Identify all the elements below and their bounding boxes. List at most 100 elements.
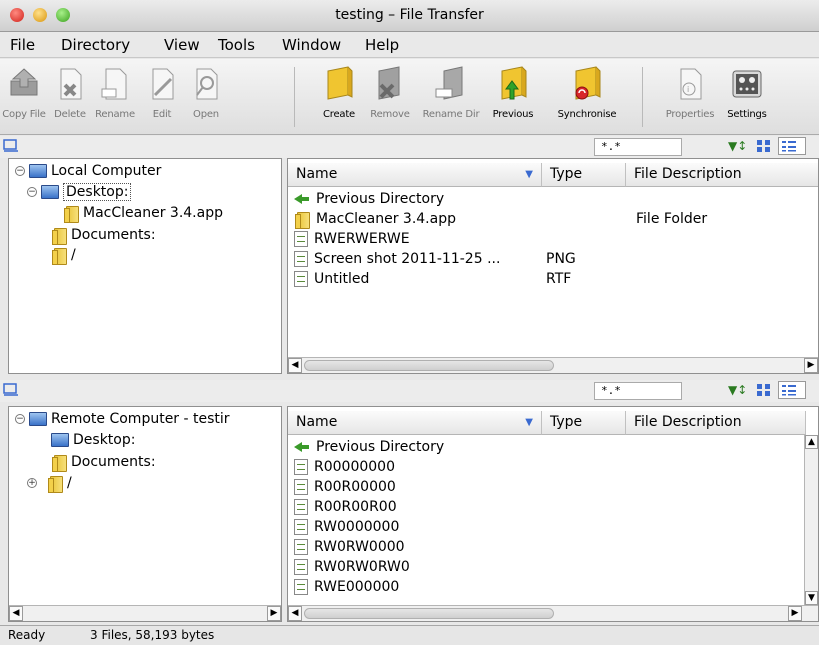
sort-icon[interactable]: ▼↕ — [728, 383, 747, 397]
menu-window[interactable]: Window — [282, 36, 341, 54]
collapse-icon[interactable]: − — [15, 166, 25, 176]
tree-item-desktop[interactable]: − Desktop: — [27, 183, 132, 201]
scroll-left-arrow-icon[interactable]: ◀ — [9, 606, 23, 621]
list-item[interactable]: Previous Directory — [294, 437, 444, 457]
detail-view-icon[interactable] — [778, 137, 806, 155]
list-item[interactable]: R00000000 — [294, 457, 395, 477]
rename-dir-icon — [435, 66, 463, 100]
scroll-right-arrow-icon[interactable]: ▶ — [804, 358, 818, 373]
detail-view-icon[interactable] — [778, 381, 806, 399]
local-tree-pane[interactable]: − Local Computer − Desktop: MacCleaner 3… — [8, 158, 282, 374]
file-icon — [294, 251, 308, 267]
list-item[interactable]: RWE000000 — [294, 577, 399, 597]
remote-vertical-scrollbar[interactable]: ▲ ▼ — [804, 435, 818, 605]
file-icon — [294, 499, 308, 515]
expand-icon[interactable]: + — [27, 478, 37, 488]
menu-view[interactable]: View — [164, 36, 200, 54]
tree-item-documents[interactable]: Documents: — [51, 453, 156, 472]
local-filter-input[interactable]: *.* — [594, 138, 682, 156]
folder-icon — [47, 474, 63, 493]
copy-file-button[interactable]: Copy File — [0, 65, 48, 131]
tree-item-remote-computer[interactable]: − Remote Computer - testir — [15, 411, 230, 427]
create-button[interactable]: Create — [314, 65, 364, 131]
scroll-left-arrow-icon[interactable]: ◀ — [288, 358, 302, 373]
column-header-name[interactable]: Name ▼ — [288, 163, 542, 187]
desktop-icon — [41, 185, 59, 199]
file-icon — [294, 539, 308, 555]
list-item-description: File Folder — [636, 211, 708, 227]
tree-item-documents[interactable]: Documents: — [51, 226, 156, 245]
icon-view-icon[interactable] — [756, 383, 772, 397]
tree-item-root[interactable]: / — [51, 246, 76, 265]
scroll-right-arrow-icon[interactable]: ▶ — [788, 606, 802, 621]
computer-icon — [29, 164, 47, 178]
local-computer-icon[interactable] — [3, 139, 19, 153]
remote-tree-pane[interactable]: − Remote Computer - testir Desktop: Docu… — [8, 406, 282, 622]
list-item[interactable]: R00R00000 — [294, 477, 396, 497]
back-arrow-icon — [294, 193, 310, 205]
sort-icon[interactable]: ▼↕ — [728, 139, 747, 153]
scroll-up-arrow-icon[interactable]: ▲ — [805, 435, 818, 449]
synchronise-button[interactable]: Synchronise — [550, 65, 624, 131]
rename-dir-button[interactable]: Rename Dir — [420, 65, 482, 131]
tree-item-maccleaner[interactable]: MacCleaner 3.4.app — [63, 204, 223, 223]
open-button[interactable]: Open — [184, 65, 228, 131]
sort-descending-icon: ▼ — [525, 169, 533, 180]
local-file-list[interactable]: Name ▼ Type File Description Previous Dir… — [287, 158, 819, 374]
rename-button[interactable]: Rename — [92, 65, 138, 131]
scroll-right-arrow-icon[interactable]: ▶ — [267, 606, 281, 621]
scrollbar-thumb[interactable] — [304, 360, 554, 371]
folder-icon — [51, 246, 67, 265]
status-summary: 3 Files, 58,193 bytes — [90, 628, 215, 642]
copy-file-icon — [10, 68, 38, 96]
menu-file[interactable]: File — [10, 36, 35, 54]
column-header-description[interactable]: File Description — [626, 411, 806, 435]
list-item[interactable]: Previous Directory — [294, 189, 444, 209]
previous-folder-icon — [501, 66, 527, 100]
list-item[interactable]: RW0RW0000 — [294, 537, 405, 557]
previous-button[interactable]: Previous — [486, 65, 540, 131]
column-header-type[interactable]: Type — [542, 163, 626, 187]
folder-icon — [51, 226, 67, 245]
title-bar: testing – File Transfer — [0, 0, 819, 32]
remote-filter-strip: *.* ▼↕ — [0, 380, 819, 402]
list-item[interactable]: R00R00R00 — [294, 497, 397, 517]
list-item[interactable]: Untitled — [294, 269, 369, 289]
remote-tree-horizontal-scrollbar[interactable]: ◀ ▶ — [9, 605, 281, 621]
list-item[interactable]: MacCleaner 3.4.app — [294, 209, 456, 229]
local-horizontal-scrollbar[interactable]: ◀ ▶ — [288, 357, 818, 373]
properties-button[interactable]: i Properties — [660, 65, 720, 131]
list-item[interactable]: RWERWERWE — [294, 229, 410, 249]
menu-bar: File Directory View Tools Window Help — [0, 32, 819, 58]
toolbar: Copy File Delete Rename Edit Open Create… — [0, 59, 819, 135]
menu-help[interactable]: Help — [365, 36, 399, 54]
sort-descending-icon: ▼ — [525, 417, 533, 428]
menu-tools[interactable]: Tools — [218, 36, 255, 54]
remote-computer-icon[interactable] — [3, 383, 19, 397]
list-item[interactable]: Screen shot 2011-11-25 ... — [294, 249, 500, 269]
window-title: testing – File Transfer — [335, 7, 484, 23]
scrollbar-thumb[interactable] — [304, 608, 554, 619]
tree-item-local-computer[interactable]: − Local Computer — [15, 163, 161, 179]
list-item[interactable]: RW0RW0RW0 — [294, 557, 410, 577]
remote-file-list[interactable]: Name ▼ Type File Description Previous Dir… — [287, 406, 819, 622]
column-header-description[interactable]: File Description — [626, 163, 818, 187]
list-item[interactable]: RW0000000 — [294, 517, 399, 537]
scroll-down-arrow-icon[interactable]: ▼ — [805, 591, 818, 605]
remote-horizontal-scrollbar[interactable]: ◀ ▶ — [288, 605, 818, 621]
collapse-icon[interactable]: − — [27, 187, 37, 197]
menu-directory[interactable]: Directory — [61, 36, 130, 54]
settings-button[interactable]: Settings — [722, 65, 772, 131]
collapse-icon[interactable]: − — [15, 414, 25, 424]
tree-item-desktop[interactable]: Desktop: — [51, 432, 135, 448]
remove-button[interactable]: Remove — [366, 65, 414, 131]
icon-view-icon[interactable] — [756, 139, 772, 153]
column-header-type[interactable]: Type — [542, 411, 626, 435]
delete-button[interactable]: Delete — [50, 65, 90, 131]
tree-item-root[interactable]: + / — [27, 474, 72, 493]
scroll-left-arrow-icon[interactable]: ◀ — [288, 606, 302, 621]
remote-filter-input[interactable]: *.* — [594, 382, 682, 400]
column-header-name[interactable]: Name ▼ — [288, 411, 542, 435]
edit-button[interactable]: Edit — [142, 65, 182, 131]
back-arrow-icon — [294, 441, 310, 453]
